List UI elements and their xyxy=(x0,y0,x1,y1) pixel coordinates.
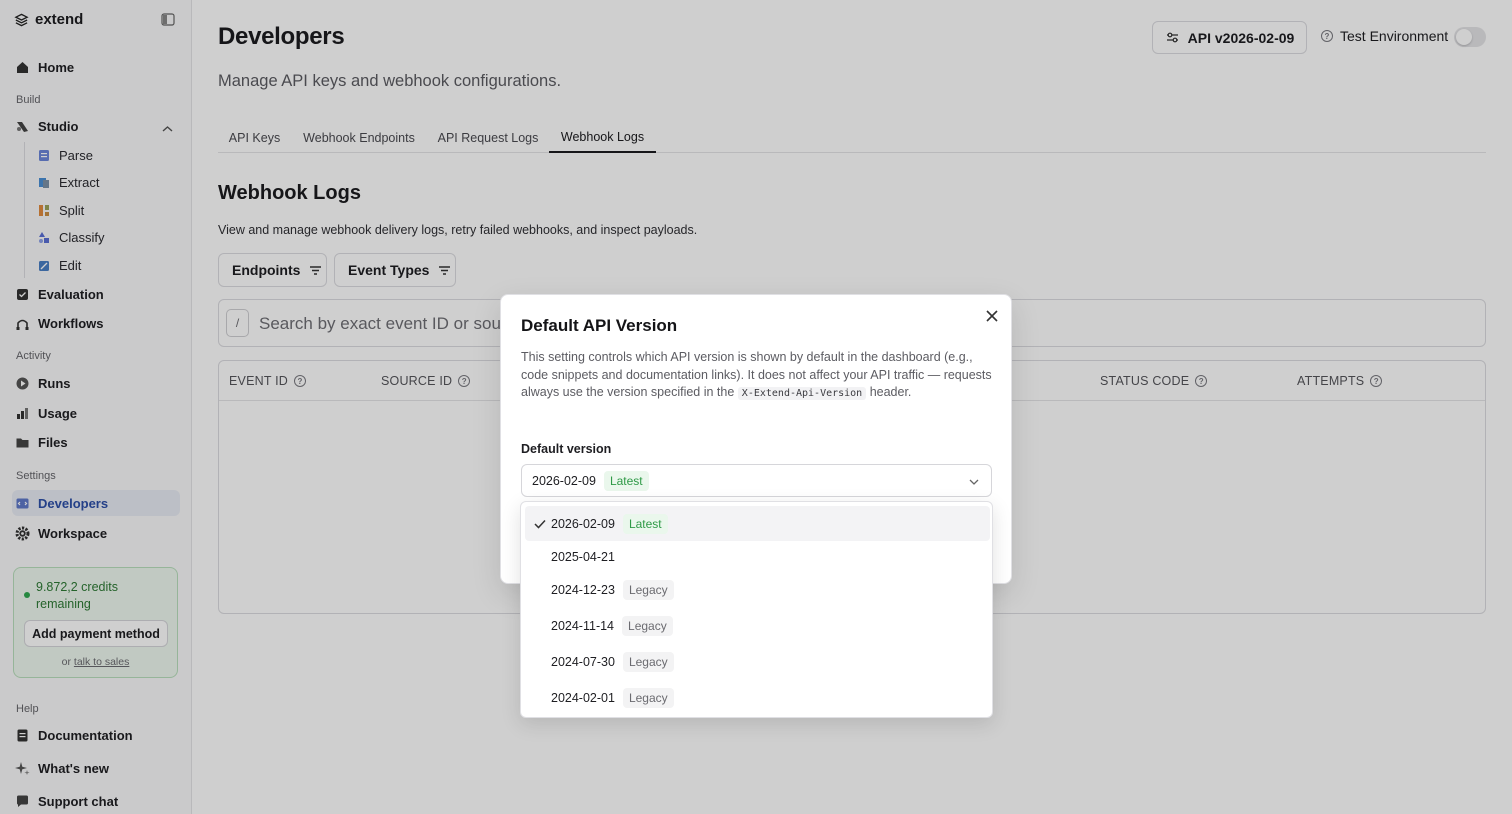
api-version-header-code: X-Extend-Api-Version xyxy=(737,387,867,400)
version-option-value: 2024-02-01 xyxy=(551,690,615,705)
dialog-description-end: header. xyxy=(869,385,912,399)
version-option-value: 2024-11-14 xyxy=(551,618,615,633)
latest-badge: Latest xyxy=(603,470,649,491)
version-option[interactable]: 2024-02-01 Legacy xyxy=(525,680,990,715)
version-option[interactable]: 2026-02-09 Latest xyxy=(525,506,990,541)
legacy-badge: Legacy xyxy=(622,615,673,636)
close-icon[interactable] xyxy=(984,308,1000,324)
default-version-select[interactable]: 2026-02-09 Latest xyxy=(521,464,992,497)
version-option[interactable]: 2025-04-21 xyxy=(525,539,990,574)
selected-version-value: 2026-02-09 xyxy=(532,473,596,488)
version-option-value: 2024-12-23 xyxy=(551,582,615,597)
default-version-label: Default version xyxy=(521,442,612,456)
legacy-badge: Legacy xyxy=(622,687,674,708)
check-icon xyxy=(534,518,546,529)
version-option[interactable]: 2024-11-14 Legacy xyxy=(525,608,990,643)
version-dropdown-menu: 2026-02-09 Latest 2025-04-21 2024-12-23 … xyxy=(520,501,993,718)
version-option-value: 2026-02-09 xyxy=(551,516,615,531)
version-option-value: 2024-07-30 xyxy=(551,654,615,669)
legacy-badge: Legacy xyxy=(622,651,674,672)
chevron-down-icon xyxy=(969,476,979,486)
version-option[interactable]: 2024-12-23 Legacy xyxy=(525,572,990,607)
latest-badge: Latest xyxy=(622,513,668,534)
legacy-badge: Legacy xyxy=(622,579,674,600)
dialog-description: This setting controls which API version … xyxy=(521,349,997,403)
version-option-value: 2025-04-21 xyxy=(551,549,615,564)
version-option[interactable]: 2024-07-30 Legacy xyxy=(525,644,990,679)
dialog-title: Default API Version xyxy=(521,316,678,335)
